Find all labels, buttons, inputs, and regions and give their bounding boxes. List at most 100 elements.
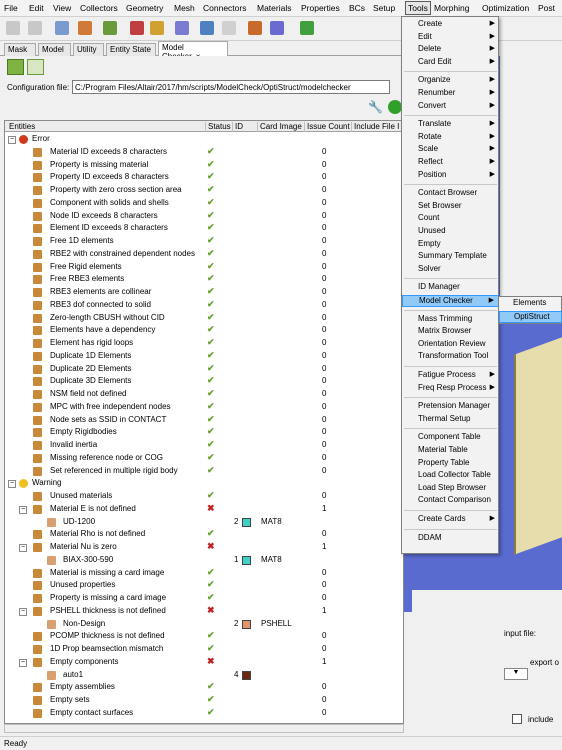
tree-row[interactable]: Duplicate 2D Elements ✔ 0 — [5, 363, 403, 376]
menu-setup[interactable]: Setup — [373, 3, 395, 13]
column-header-0[interactable]: Entities — [7, 122, 35, 132]
collapse-icon[interactable]: − — [8, 480, 16, 489]
tools-menu-translate[interactable]: Translate ▶ — [402, 119, 499, 131]
toolbar-icon-9[interactable] — [200, 21, 214, 35]
tab-utility[interactable]: Utility — [73, 43, 104, 56]
tree-row[interactable]: − PSHELL thickness is not defined ✖ 1 — [5, 605, 403, 618]
toolbar-icon-2[interactable] — [28, 21, 42, 35]
run-icon[interactable] — [388, 100, 402, 114]
tree-row[interactable]: Zero-length CBUSH without CID ✔ 0 — [5, 312, 403, 325]
menu-optimization[interactable]: Optimization — [482, 3, 529, 13]
tab-entity-state[interactable]: Entity State — [106, 43, 156, 56]
panel-icon-1[interactable] — [7, 59, 24, 75]
tools-menu-id-manager[interactable]: ID Manager — [402, 282, 499, 294]
tree-row[interactable]: Node sets as SSID in CONTACT ✔ 0 — [5, 414, 403, 427]
menu-post[interactable]: Post — [538, 3, 555, 13]
tools-menu-count[interactable]: Count — [402, 213, 499, 225]
menu-bcs[interactable]: BCs — [349, 3, 365, 13]
tools-menu-matrix-browser[interactable]: Matrix Browser — [402, 326, 499, 338]
tools-menu-pretension-manager[interactable]: Pretension Manager — [402, 401, 499, 413]
tools-menu-freq-resp-process[interactable]: Freq Resp Process ▶ — [402, 383, 499, 395]
tools-menu-fatigue-process[interactable]: Fatigue Process ▶ — [402, 370, 499, 382]
export-dropdown[interactable]: ▼ — [504, 668, 528, 680]
tools-menu-delete[interactable]: Delete ▶ — [402, 44, 499, 56]
tree-row[interactable]: PCOMP thickness is not defined ✔ 0 — [5, 630, 403, 643]
toolbar-icon-7[interactable] — [150, 21, 164, 35]
column-header-3[interactable]: Card Image — [257, 122, 302, 132]
tree-row[interactable]: NSM field not defined ✔ 0 — [5, 388, 403, 401]
tab-model-checker[interactable]: Model Checker× — [158, 41, 228, 61]
tools-menu-set-browser[interactable]: Set Browser — [402, 201, 499, 213]
submenu-elements[interactable]: Elements — [499, 298, 562, 310]
collapse-icon[interactable]: − — [19, 658, 27, 667]
tree-row[interactable]: Material is missing a card image ✔ 0 — [5, 567, 403, 580]
tools-menu-thermal-setup[interactable]: Thermal Setup — [402, 414, 499, 426]
tools-menu-orientation-review[interactable]: Orientation Review — [402, 339, 499, 351]
tree-row[interactable]: Component with solids and shells ✔ 0 — [5, 197, 403, 210]
tools-menu-contact-browser[interactable]: Contact Browser — [402, 188, 499, 200]
menu-morphing[interactable]: Morphing — [434, 3, 469, 13]
toolbar-icon-5[interactable] — [103, 21, 117, 35]
tools-menu-material-table[interactable]: Material Table — [402, 445, 499, 457]
include-checkbox[interactable] — [512, 714, 522, 724]
menu-connectors[interactable]: Connectors — [203, 3, 246, 13]
tree-row[interactable]: Unused materials ✔ 0 — [5, 490, 403, 503]
collapse-icon[interactable]: − — [19, 607, 27, 616]
tree-row[interactable]: Free RBE3 elements ✔ 0 — [5, 273, 403, 286]
panel-icon-2[interactable] — [27, 59, 44, 75]
tree-row[interactable]: Property with zero cross section area ✔ 0 — [5, 184, 403, 197]
tree-row[interactable]: RBE3 dof connected to solid ✔ 0 — [5, 299, 403, 312]
tree-row[interactable]: 1D Prop beamsection mismatch ✔ 0 — [5, 643, 403, 656]
tree-row[interactable]: Free Rigid elements ✔ 0 — [5, 261, 403, 274]
tree-row[interactable]: Invalid inertia ✔ 0 — [5, 439, 403, 452]
collapse-icon[interactable]: − — [8, 136, 16, 144]
tree-row[interactable]: Material ID exceeds 8 characters ✔ 0 — [5, 146, 403, 159]
tree-row[interactable]: Property is missing a card image ✔ 0 — [5, 592, 403, 605]
tools-menu-edit[interactable]: Edit ▶ — [402, 32, 499, 44]
horizontal-scrollbar[interactable] — [4, 724, 404, 733]
tree-subitem[interactable]: Non-Design 2 PSHELL — [5, 618, 403, 631]
tree-row[interactable]: Duplicate 3D Elements ✔ 0 — [5, 375, 403, 388]
tree-group-warning[interactable]: − Warning — [5, 477, 403, 490]
tools-menu-mass-trimming[interactable]: Mass Trimming — [402, 314, 499, 326]
tree-row[interactable]: Property ID exceeds 8 characters ✔ 0 — [5, 171, 403, 184]
menu-edit[interactable]: Edit — [29, 3, 44, 13]
tools-menu-renumber[interactable]: Renumber ▶ — [402, 88, 499, 100]
tree-row[interactable]: − Material E is not defined ✖ 1 — [5, 503, 403, 516]
tools-menu-solver[interactable]: Solver — [402, 264, 499, 276]
tools-menu-scale[interactable]: Scale ▶ — [402, 144, 499, 156]
tree-row[interactable]: Free 1D elements ✔ 0 — [5, 235, 403, 248]
tools-menu-component-table[interactable]: Component Table — [402, 432, 499, 444]
collapse-icon[interactable]: − — [19, 544, 27, 552]
menu-collectors[interactable]: Collectors — [80, 3, 118, 13]
menu-mesh[interactable]: Mesh — [174, 3, 195, 13]
tree-row[interactable]: − Material Nu is zero ✖ 1 — [5, 541, 403, 554]
tree-group-error[interactable]: − Error — [5, 133, 403, 146]
toolbar-icon-13[interactable] — [300, 21, 314, 35]
column-header-2[interactable]: ID — [232, 122, 243, 132]
tools-menu-model-checker[interactable]: Model Checker ▶ — [402, 295, 499, 307]
tools-menu-convert[interactable]: Convert ▶ — [402, 101, 499, 113]
tree-row[interactable]: Element ID exceeds 8 characters ✔ 0 — [5, 222, 403, 235]
tools-menu-organize[interactable]: Organize ▶ — [402, 75, 499, 87]
submenu-optistruct[interactable]: OptiStruct — [499, 311, 562, 323]
toolbar-icon-3[interactable] — [55, 21, 69, 35]
tools-menu-card-edit[interactable]: Card Edit ▶ — [402, 57, 499, 69]
config-file-field[interactable]: C:/Program Files/Altair/2017/hm/scripts/… — [72, 80, 390, 94]
toolbar-icon-6[interactable] — [130, 21, 144, 35]
tree-row[interactable]: MPC with free independent nodes ✔ 0 — [5, 401, 403, 414]
tools-menu-contact-comparison[interactable]: Contact Comparison — [402, 495, 499, 507]
tools-menu-transformation-tool[interactable]: Transformation Tool — [402, 351, 499, 363]
menu-file[interactable]: File — [4, 3, 18, 13]
menu-geometry[interactable]: Geometry — [126, 3, 163, 13]
tree-row[interactable]: Set referenced in multiple rigid body ✔ 0 — [5, 465, 403, 478]
toolbar-icon-12[interactable] — [270, 21, 284, 35]
tools-menu-create[interactable]: Create ▶ — [402, 19, 499, 31]
menu-properties[interactable]: Properties — [301, 3, 340, 13]
tree-row[interactable]: Elements have a dependency ✔ 0 — [5, 324, 403, 337]
column-header-5[interactable]: Include File I — [351, 122, 399, 132]
collapse-icon[interactable]: − — [19, 505, 27, 514]
toolbar-icon-11[interactable] — [248, 21, 262, 35]
tools-menu-rotate[interactable]: Rotate ▶ — [402, 132, 499, 144]
tree-row[interactable]: Unused properties ✔ 0 — [5, 579, 403, 592]
